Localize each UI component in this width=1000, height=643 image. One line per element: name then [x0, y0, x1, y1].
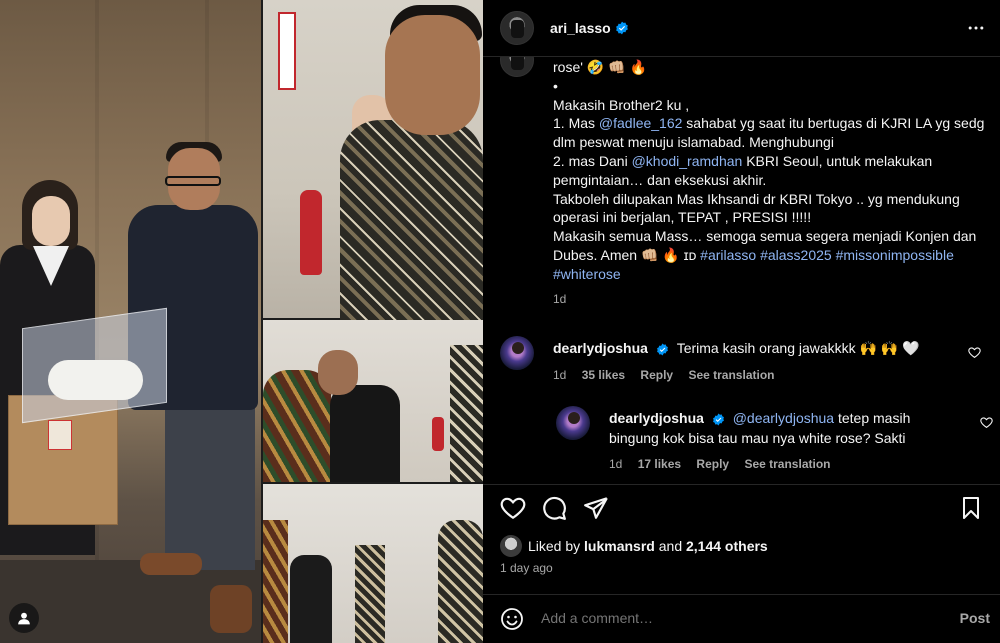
comment-like-heart-icon[interactable]	[980, 416, 993, 429]
comment-icon[interactable]	[541, 495, 567, 521]
likes-summary: Liked by lukmansrd and 2,144 others	[500, 535, 768, 557]
caption-line: pemgintaian… dan eksekusi akhir.	[553, 171, 767, 188]
post-caption: rose' 🤣 👊🏼 🔥 • Makasih Brother2 ku , 1. Mas…	[553, 58, 985, 309]
caption-text: sahabat yg saat itu bertugas di KJRI LA …	[682, 115, 985, 132]
comment-time[interactable]: 1d	[553, 368, 566, 382]
see-translation-button[interactable]: See translation	[744, 457, 830, 471]
caption-mention[interactable]: @fadlee_162	[599, 115, 683, 131]
comment-like-heart-icon[interactable]	[968, 346, 981, 359]
post-panel: ari_lasso rose' 🤣 👊🏼 🔥 • Makasih Brother2 …	[483, 0, 1000, 643]
more-options-icon[interactable]	[966, 18, 986, 38]
share-icon[interactable]	[583, 495, 609, 521]
author-username[interactable]: ari_lasso	[550, 20, 611, 36]
caption-text: 2. mas Dani	[553, 152, 632, 169]
bookmark-icon[interactable]	[959, 495, 983, 521]
caption-line: 2. mas Dani @khodi_ramdhan KBRI Seoul, u…	[553, 152, 983, 171]
caption-text: 1. Mas	[553, 115, 599, 132]
caption-line: •	[553, 77, 558, 94]
comment-likes[interactable]: 17 likes	[638, 457, 681, 471]
fire-extinguisher-sign	[278, 12, 296, 90]
caption-text: KBRI Seoul, untuk melakukan	[742, 152, 933, 169]
liked-by-user[interactable]: lukmansrd	[584, 538, 655, 554]
caption-line: rose' 🤣 👊🏼 🔥	[553, 59, 647, 75]
liker-avatar[interactable]	[500, 535, 522, 557]
reply-button[interactable]: Reply	[640, 368, 673, 382]
caption-line: Dubes. Amen 👊🏼 🔥 ɪᴅ #arilasso #alass2025…	[553, 246, 983, 265]
photo-gift-handover	[0, 0, 261, 643]
commenter-avatar[interactable]	[556, 406, 590, 440]
comment-composer: Post	[483, 594, 1000, 643]
commenter-avatar[interactable]	[500, 336, 534, 370]
comment-text: Terima kasih orang jawakkkk 🙌 🙌 🤍	[676, 340, 920, 356]
add-comment-input[interactable]	[541, 610, 921, 626]
see-translation-button[interactable]: See translation	[688, 368, 774, 382]
comment-username[interactable]: dearlydjoshua	[553, 340, 648, 356]
verified-badge-icon	[712, 413, 724, 426]
comment-username[interactable]: dearlydjoshua	[609, 410, 704, 426]
user-tag-button[interactable]	[9, 603, 39, 633]
user-tag-icon	[18, 612, 30, 625]
author-avatar[interactable]	[500, 11, 534, 45]
comment-text-line2: bingung kok bisa tau mau nya white rose?…	[609, 429, 906, 446]
caption-text: Dubes. Amen 👊🏼 🔥 ɪᴅ	[553, 246, 701, 263]
post-media-collage[interactable]	[0, 0, 483, 643]
caption-author-avatar[interactable]	[500, 57, 534, 77]
caption-line: #whiterose	[553, 265, 983, 284]
comment-mention[interactable]: @dearlydjoshua	[733, 410, 834, 426]
comment-likes[interactable]: 35 likes	[582, 368, 625, 382]
caption-mention[interactable]: @khodi_ramdhan	[632, 153, 743, 169]
verified-badge-icon	[656, 343, 668, 356]
caption-line: Takboleh dilupakan Mas Ikhsandi dr KBRI …	[553, 190, 960, 207]
likes-prefix: Liked by	[528, 538, 581, 554]
caption-line: operasi ini berjalan, TEPAT , PRESISI !!…	[553, 209, 812, 226]
emoji-icon[interactable]	[500, 607, 524, 631]
likes-others[interactable]: 2,144 others	[686, 538, 768, 554]
caption-line: dlm peswat menuju islamabad. Menghubungi	[553, 134, 834, 151]
likes-connector: and	[658, 538, 683, 554]
reply-button[interactable]: Reply	[696, 457, 729, 471]
caption-time[interactable]: 1d	[553, 290, 983, 309]
caption-hashtags[interactable]: #whiterose	[553, 266, 621, 282]
caption-hashtags[interactable]: #arilasso #alass2025 #missonimpossible	[700, 247, 954, 263]
caption-line: Makasih semua Mass… semoga semua segera …	[553, 228, 977, 245]
caption-line: Makasih Brother2 ku ,	[553, 96, 690, 113]
post-comment-button[interactable]: Post	[960, 610, 990, 626]
fire-extinguisher	[300, 190, 322, 275]
comment-time[interactable]: 1d	[609, 457, 622, 471]
verified-badge-icon	[615, 21, 628, 35]
post-action-bar	[483, 484, 1000, 524]
post-time[interactable]: 1 day ago	[500, 561, 553, 575]
heart-icon[interactable]	[500, 495, 526, 521]
caption-line: 1. Mas @fadlee_162 sahabat yg saat itu b…	[553, 114, 985, 133]
comment-text: tetep masih	[834, 410, 911, 426]
comments-scroll-area[interactable]: rose' 🤣 👊🏼 🔥 • Makasih Brother2 ku , 1. Mas…	[483, 57, 1000, 484]
post-header: ari_lasso	[483, 0, 1000, 57]
